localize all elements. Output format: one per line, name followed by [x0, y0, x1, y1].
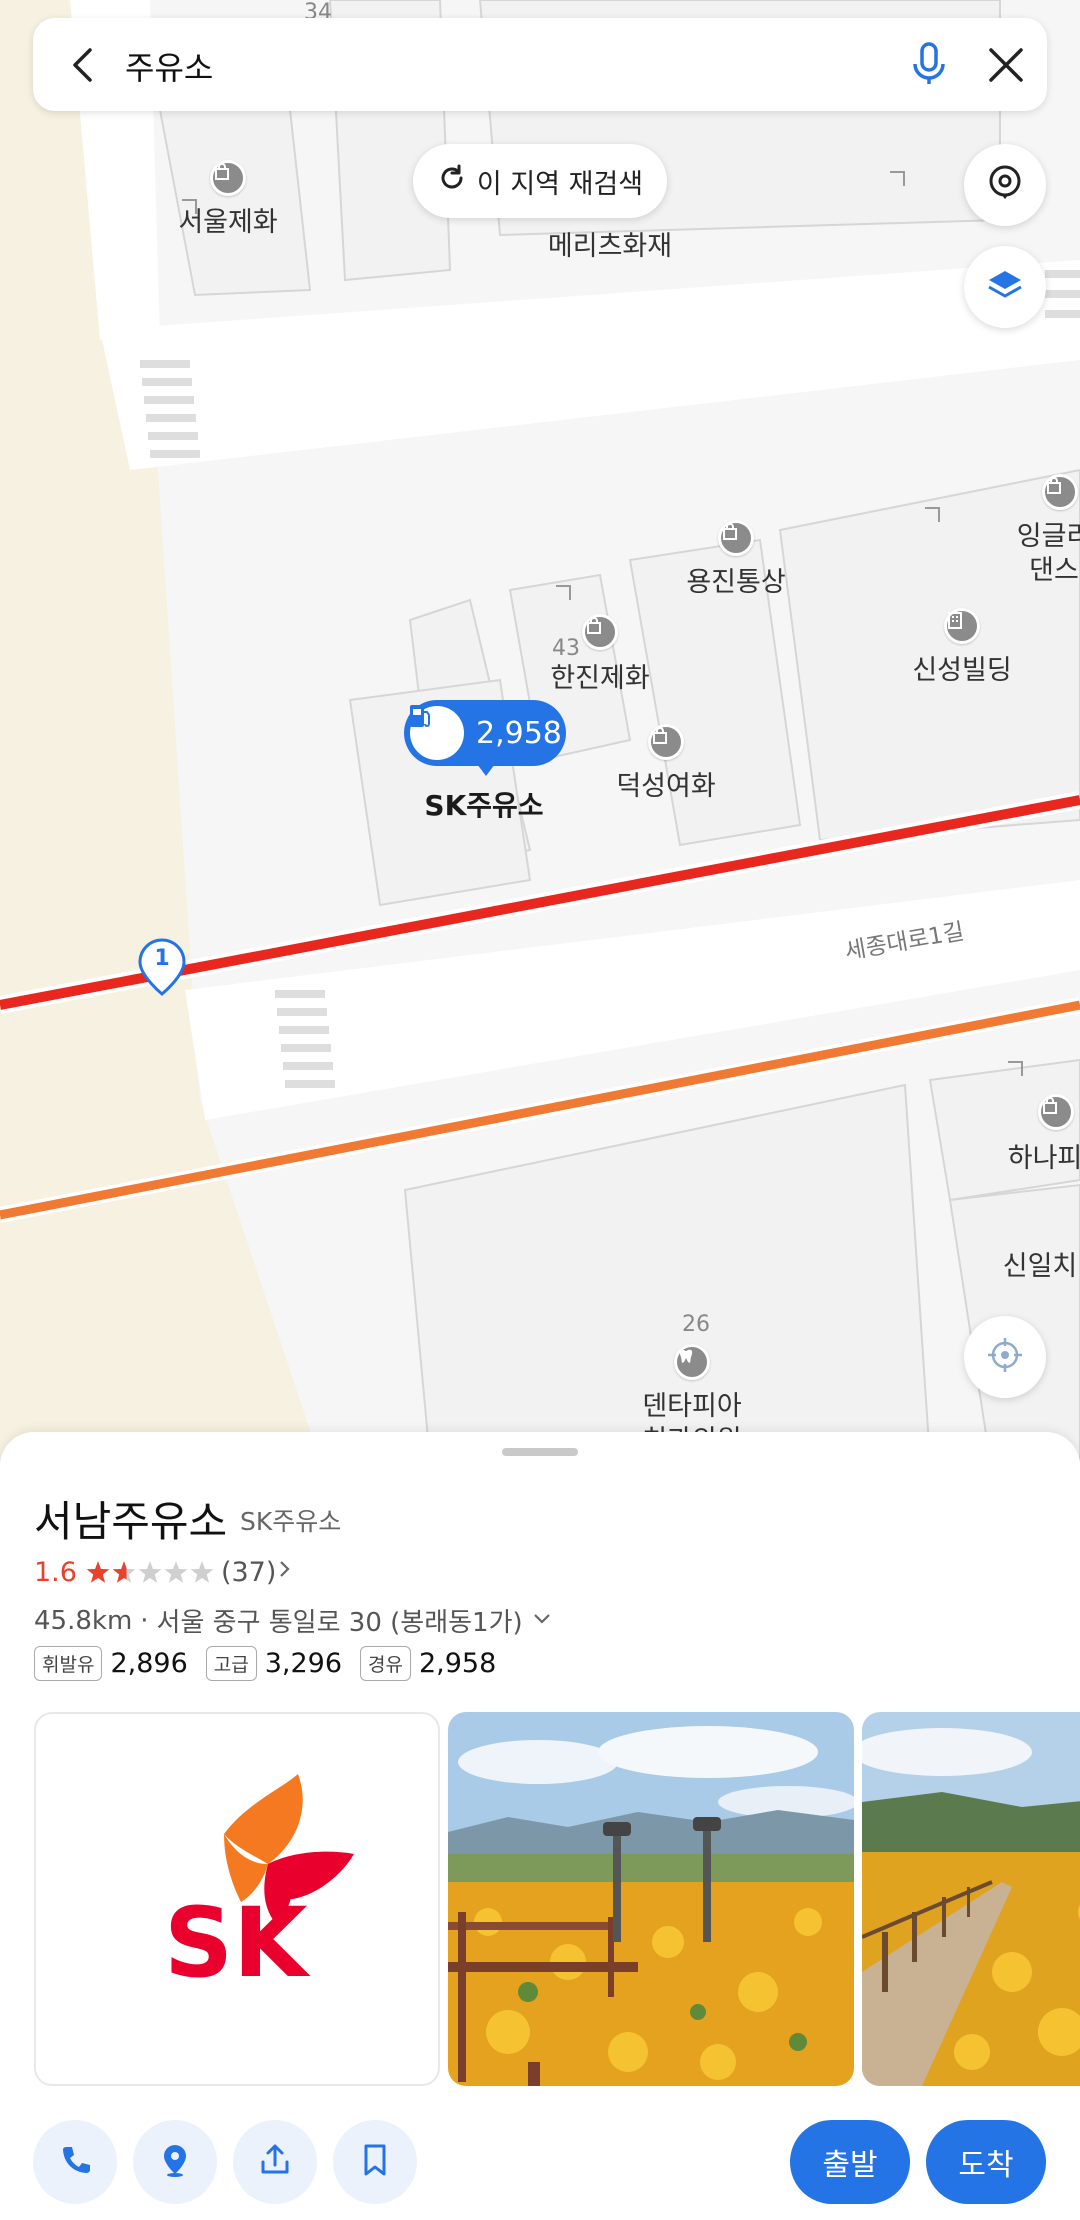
distance: 45.8km — [34, 1605, 133, 1636]
fuel-type-premium: 고급 — [205, 1646, 257, 1681]
place-brand: SK주유소 — [240, 1507, 342, 1536]
fuel-price-diesel: 2,958 — [418, 1648, 497, 1679]
shopping-bag-icon[interactable] — [648, 724, 684, 760]
depart-button[interactable]: 출발 — [790, 2120, 910, 2204]
shopping-bag-icon[interactable] — [1038, 1094, 1074, 1130]
chevron-left-icon[interactable] — [61, 42, 107, 88]
shopping-bag-icon[interactable] — [1042, 474, 1078, 510]
fuel-price-premium: 3,296 — [264, 1648, 343, 1679]
address-row[interactable]: 45.8km · 서울 중구 통일로 30 (봉래동1가) — [34, 1602, 553, 1639]
chevron-down-icon — [531, 1606, 553, 1636]
map-label-english-dance-2[interactable]: 댄스 — [1029, 548, 1079, 587]
phone-icon — [57, 2142, 93, 2182]
dental-icon[interactable] — [674, 1344, 710, 1380]
rating-score: 1.6 — [34, 1557, 77, 1588]
place-detail-sheet[interactable]: 서남주유소 SK주유소 1.6 (37) 45.8km · 서울 중구 통일로 … — [0, 1432, 1080, 2220]
shopping-bag-icon[interactable] — [718, 520, 754, 556]
map-label-hanjin[interactable]: 한진제화 — [550, 656, 649, 695]
place-name: 서남주유소 — [34, 1497, 228, 1546]
my-location-button[interactable] — [964, 1316, 1046, 1398]
location-pin-button[interactable] — [964, 144, 1046, 226]
review-count: (37) — [220, 1557, 277, 1588]
map-label-sinil[interactable]: 신일치 — [1003, 1244, 1078, 1283]
map-label-sinseong[interactable]: 신성빌딩 — [912, 648, 1011, 687]
map-label-meritz[interactable]: 메리츠화재 — [548, 224, 672, 263]
refresh-icon — [437, 163, 467, 200]
research-area-button[interactable]: 이 지역 재검색 — [413, 144, 667, 218]
fuel-price-row: 휘발유 2,896 고급 3,296 경유 2,958 — [34, 1646, 514, 1681]
map-label-seoul-jehwa[interactable]: 서울제화 — [178, 200, 277, 239]
star-icon — [112, 1560, 136, 1583]
arrive-button[interactable]: 도착 — [926, 2120, 1046, 2204]
photo-flower-path — [862, 1712, 1080, 2086]
place-photo-field[interactable] — [448, 1712, 854, 2086]
rating-stars — [85, 1560, 215, 1586]
crosshair-icon — [985, 1335, 1025, 1379]
place-photo-path[interactable] — [862, 1712, 1080, 2086]
place-photo-logo[interactable]: SK — [34, 1712, 440, 2086]
place-pin-icon — [157, 2142, 193, 2182]
star-icon — [86, 1560, 110, 1583]
share-icon — [257, 2142, 293, 2182]
map-view[interactable]: 34 43 26 1 서울제화 메리츠화재 잉글리 댄스 용진통상 한진제화 신… — [0, 0, 1080, 1460]
research-area-label: 이 지역 재검색 — [476, 168, 644, 200]
address: 서울 중구 통일로 30 (봉래동1가) — [156, 1608, 523, 1638]
bookmark-button[interactable] — [333, 2120, 417, 2204]
route-marker-number: 1 — [154, 946, 170, 971]
sheet-drag-handle[interactable] — [502, 1448, 578, 1456]
shopping-bag-icon[interactable] — [582, 614, 618, 650]
fuel-price-marker-tail — [474, 760, 498, 776]
map-label-yongjin[interactable]: 용진통상 — [686, 560, 785, 599]
fuel-type-diesel: 경유 — [360, 1646, 411, 1681]
bookmark-icon — [357, 2142, 393, 2182]
fuel-price-gasoline: 2,896 — [110, 1648, 188, 1679]
location-pin-icon — [985, 163, 1025, 207]
map-label-hana[interactable]: 하나피 — [1008, 1136, 1080, 1175]
layers-button[interactable] — [964, 246, 1046, 328]
map-label-sk-station[interactable]: SK주유소 — [424, 784, 543, 824]
star-icon — [190, 1560, 214, 1583]
fuel-type-gasoline: 휘발유 — [34, 1646, 103, 1681]
share-button[interactable] — [233, 2120, 317, 2204]
fuel-pump-icon — [410, 705, 464, 760]
place-pin-button[interactable] — [133, 2120, 217, 2204]
star-icon — [138, 1560, 162, 1583]
fuel-price-marker[interactable]: 2,958 — [404, 700, 566, 776]
rating-row[interactable]: 1.6 (37) — [34, 1557, 294, 1588]
map-label-deokseong[interactable]: 덕성여화 — [616, 764, 715, 803]
map-app: 34 43 26 1 서울제화 메리츠화재 잉글리 댄스 용진통상 한진제화 신… — [0, 0, 1080, 2220]
close-icon[interactable] — [983, 42, 1029, 88]
chevron-right-icon — [276, 1557, 294, 1588]
address-separator: · — [140, 1605, 149, 1636]
building-icon[interactable] — [944, 608, 980, 644]
search-query[interactable]: 주유소 — [125, 43, 213, 89]
call-button[interactable] — [33, 2120, 117, 2204]
photo-flower-field — [448, 1712, 854, 2086]
sk-logo-text: SK — [164, 1887, 311, 1999]
search-bar[interactable]: 주유소 — [33, 18, 1047, 111]
sk-logo: SK — [164, 1774, 354, 1999]
shopping-bag-icon[interactable] — [210, 160, 246, 196]
star-icon — [164, 1560, 188, 1583]
fuel-price-marker-value: 2,958 — [476, 715, 562, 751]
layers-icon — [985, 265, 1025, 309]
microphone-icon[interactable] — [903, 38, 955, 90]
map-number-26: 26 — [682, 1312, 710, 1337]
